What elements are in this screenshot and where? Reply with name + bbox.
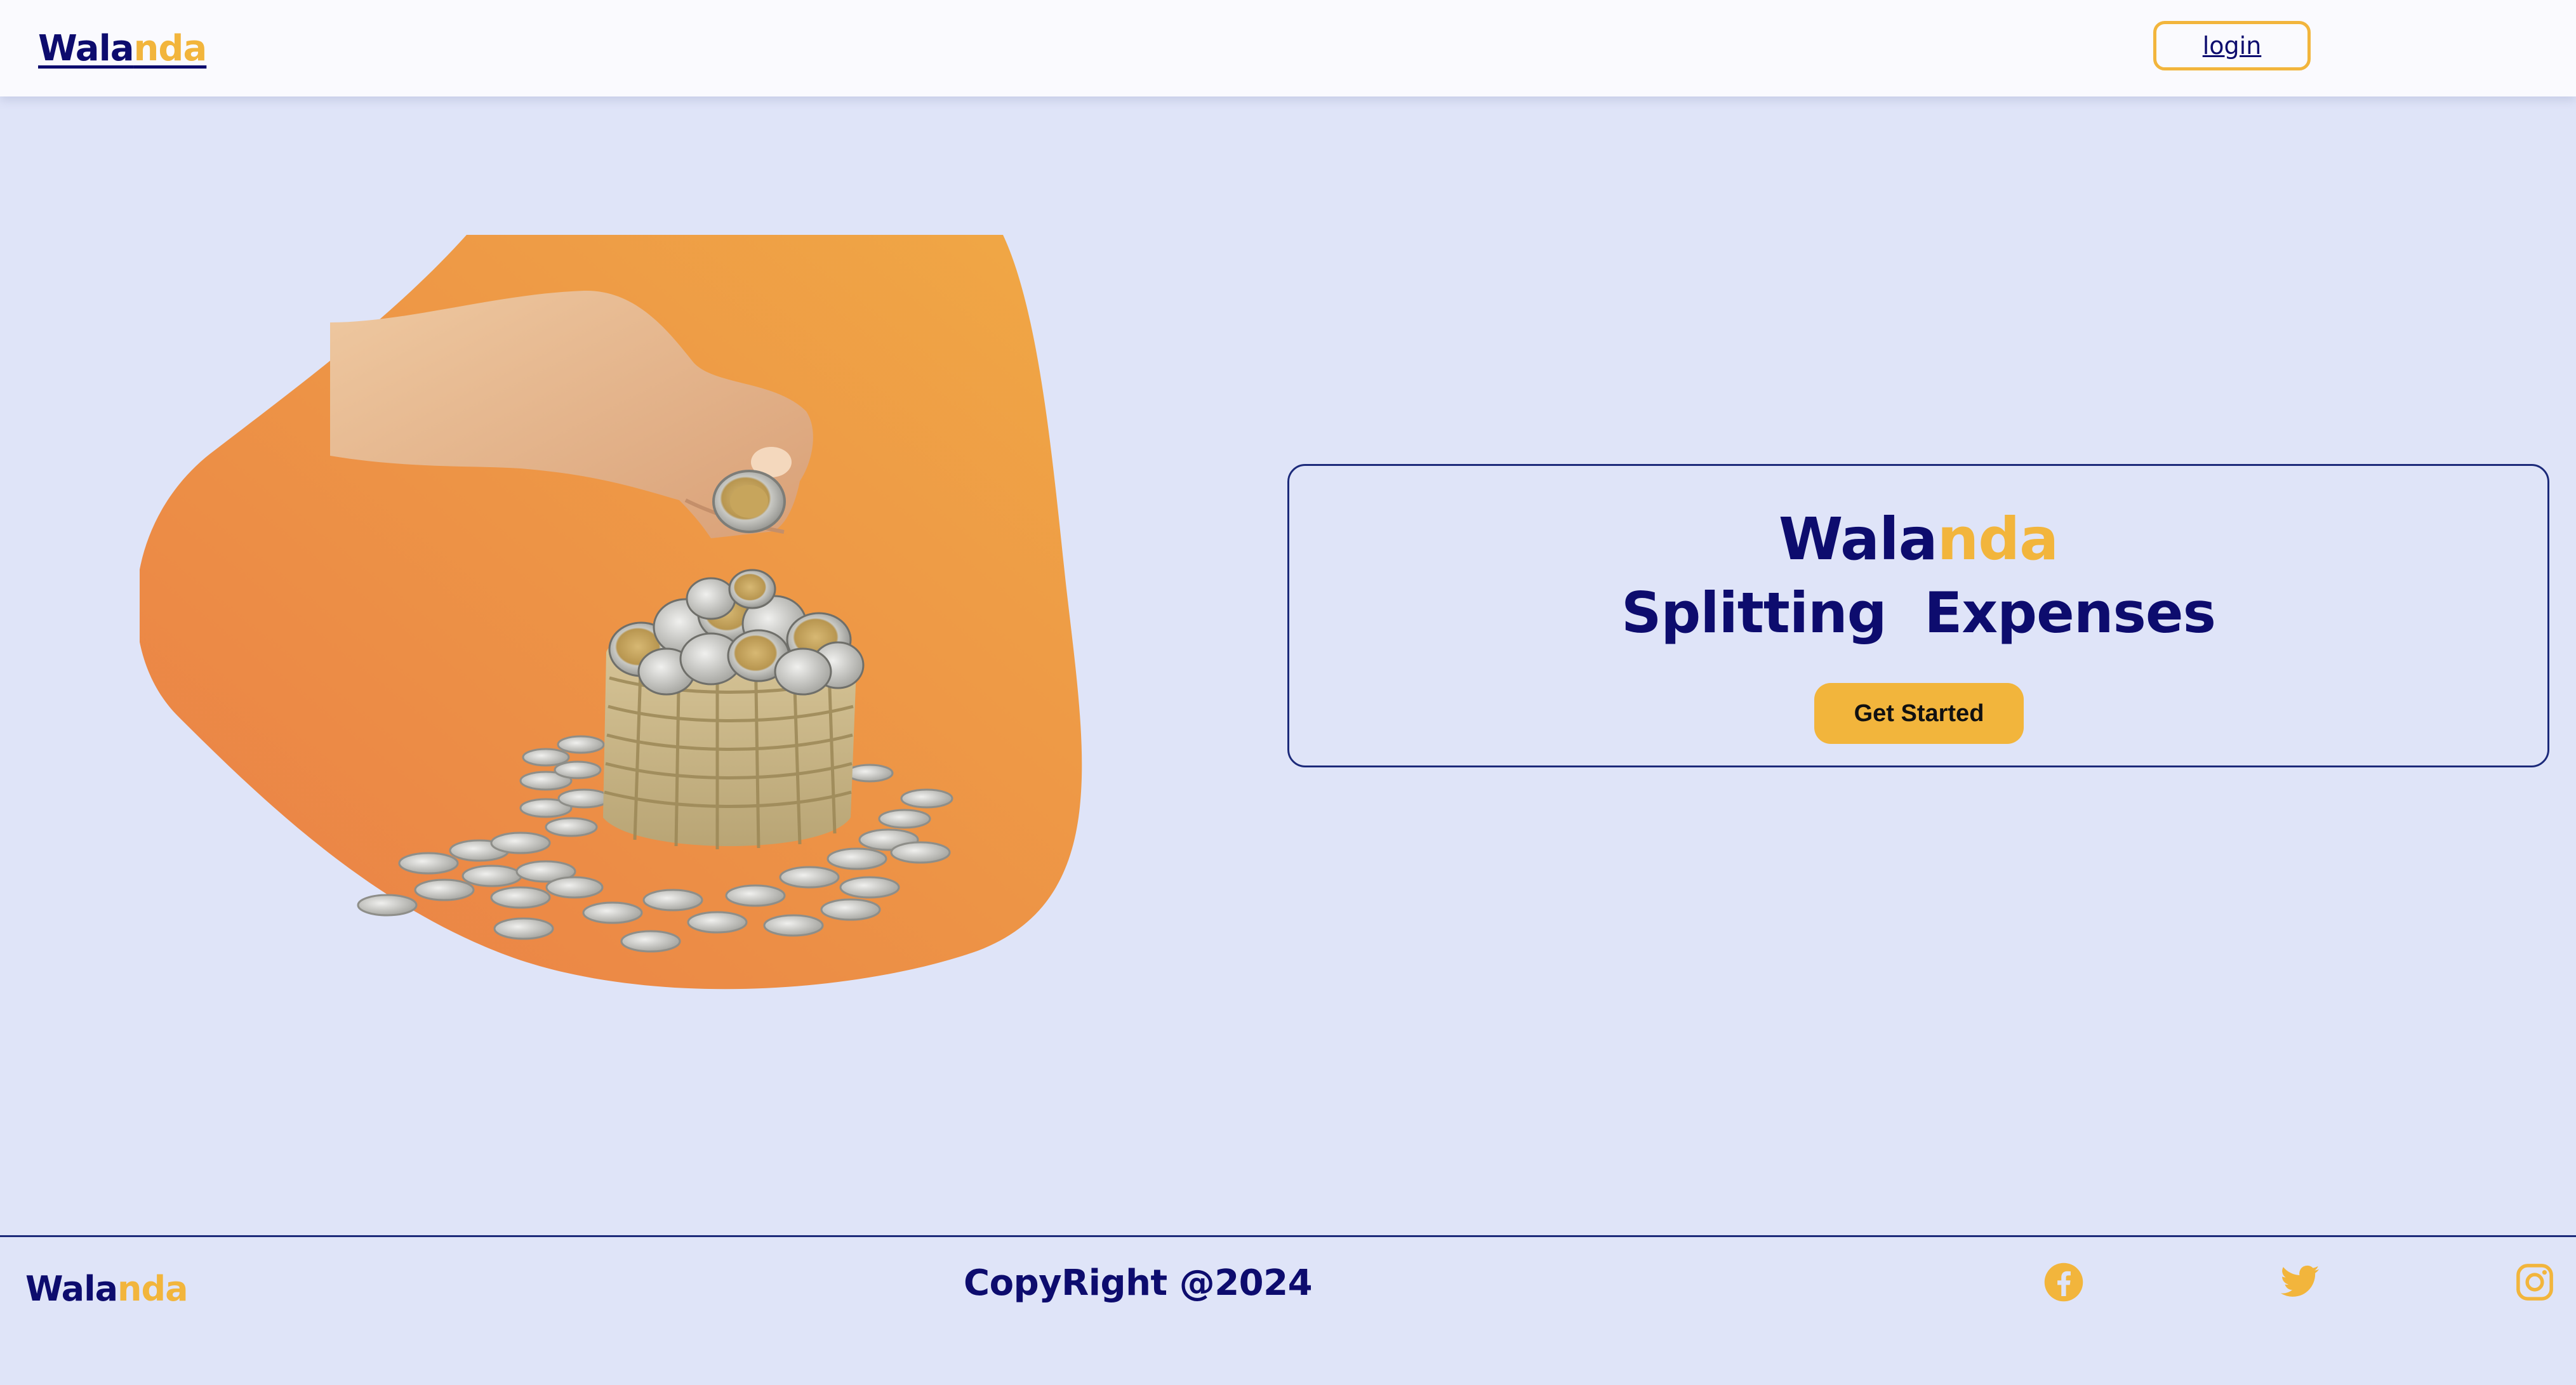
footer: Walanda CopyRight @2024 — [0, 1235, 2576, 1385]
twitter-icon[interactable] — [2279, 1261, 2321, 1303]
brand-part-1: Wala — [25, 1269, 118, 1309]
header-logo-link[interactable]: Walanda — [38, 28, 208, 69]
landing-page: Walanda login Walanda Splitting Expenses… — [0, 0, 2576, 1385]
instagram-icon[interactable] — [2514, 1261, 2556, 1303]
hero-card: Walanda Splitting Expenses Get Started — [1287, 464, 2549, 767]
get-started-button[interactable]: Get Started — [1814, 683, 2024, 744]
facebook-icon[interactable] — [2043, 1261, 2085, 1303]
login-button[interactable]: login — [2153, 21, 2311, 70]
brand-part-1: Wala — [38, 28, 135, 69]
brand-part-2: nda — [117, 1269, 189, 1309]
top-navbar: Walanda login — [0, 0, 2576, 96]
brand-part-2: nda — [1937, 505, 2059, 573]
brand-part-2: nda — [133, 28, 208, 69]
coin-basket-illustration — [136, 235, 1082, 990]
copyright-text: CopyRight @2024 — [964, 1262, 1313, 1304]
hero-illustration — [136, 234, 1092, 995]
card-brand-title: Walanda — [1289, 510, 2547, 569]
footer-logo: Walanda — [25, 1269, 189, 1309]
card-tagline: Splitting Expenses — [1621, 580, 2216, 646]
brand-part-1: Wala — [1778, 505, 1938, 573]
